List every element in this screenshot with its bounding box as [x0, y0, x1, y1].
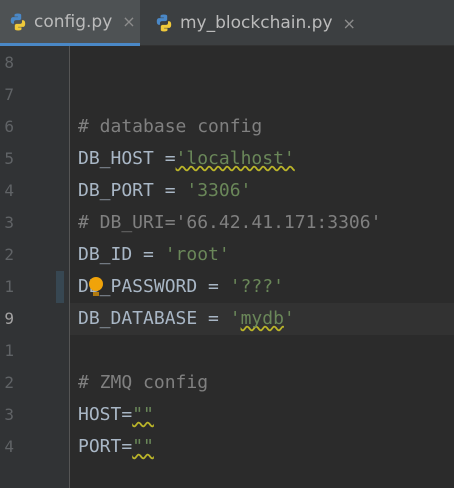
code-editor[interactable]: 8 7 6 5 4 3 2 1 9 1 2 3 4 # database config DB_HOST =…: [0, 46, 454, 488]
code-line[interactable]: DB_PASSWORD = '???': [70, 271, 454, 303]
code-token: DB_ID =: [78, 244, 165, 265]
code-line[interactable]: DB_ID = 'root': [70, 239, 454, 271]
line-number: 3: [4, 405, 14, 424]
line-number: 2: [4, 245, 14, 264]
string-literal: 'localhost': [175, 148, 295, 169]
tab-my-blockchain-py[interactable]: my_blockchain.py ×: [148, 0, 356, 46]
line-number: 1: [4, 341, 14, 360]
code-line[interactable]: PORT="": [70, 431, 454, 463]
close-icon[interactable]: ×: [343, 14, 356, 33]
line-number: 6: [4, 117, 14, 136]
tab-label: config.py: [34, 11, 113, 32]
code-comment: # ZMQ config: [78, 372, 209, 393]
code-line[interactable]: [70, 47, 454, 79]
code-line[interactable]: DB_PORT = '3306': [70, 175, 454, 207]
code-line[interactable]: [70, 463, 454, 488]
code-line[interactable]: DB_HOST ='localhost': [70, 143, 454, 175]
python-icon: [154, 13, 174, 33]
string-literal: '???': [229, 276, 284, 297]
change-marker[interactable]: [56, 271, 64, 303]
code-line[interactable]: [70, 335, 454, 367]
code-token: PORT=: [78, 436, 133, 457]
string-literal: '3306': [186, 180, 252, 201]
line-number: 9: [4, 309, 14, 328]
editor-tab-bar: config.py × my_blockchain.py ×: [0, 0, 454, 46]
code-line[interactable]: HOST="": [70, 399, 454, 431]
line-number: 7: [4, 85, 14, 104]
string-literal: ': [283, 308, 295, 329]
tab-label: my_blockchain.py: [180, 13, 333, 33]
line-number: 4: [4, 437, 14, 456]
code-comment: # DB_URI='66.42.41.171:3306': [78, 212, 382, 233]
line-number: 5: [4, 149, 14, 168]
code-line[interactable]: # database config: [70, 111, 454, 143]
line-number: 4: [4, 181, 14, 200]
line-number: 8: [4, 53, 14, 72]
close-icon[interactable]: ×: [122, 12, 135, 31]
line-number: 1: [4, 277, 14, 296]
string-literal: ': [229, 308, 241, 329]
lightbulb-icon[interactable]: [89, 277, 103, 291]
tab-config-py[interactable]: config.py ×: [0, 0, 140, 46]
string-literal: mydb: [240, 308, 284, 329]
code-line[interactable]: DB_DATABASE = 'mydb': [70, 303, 454, 335]
code-comment: # database config: [78, 116, 263, 137]
code-line[interactable]: # ZMQ config: [70, 367, 454, 399]
lightbulb-base: [93, 292, 99, 296]
code-token: DB_PORT =: [78, 180, 187, 201]
string-literal: "": [132, 404, 154, 425]
python-icon: [8, 12, 28, 32]
code-token: DB_DATABASE =: [78, 308, 230, 329]
line-number: [0, 463, 14, 488]
line-number: 2: [4, 373, 14, 392]
code-token: HOST=: [78, 404, 133, 425]
string-literal: "": [132, 436, 154, 457]
code-line[interactable]: # DB_URI='66.42.41.171:3306': [70, 207, 454, 239]
code-line[interactable]: [70, 79, 454, 111]
code-token: DB_HOST =: [78, 148, 176, 169]
string-literal: 'root': [164, 244, 230, 265]
line-number-gutter: 8 7 6 5 4 3 2 1 9 1 2 3 4: [0, 46, 70, 488]
line-number: 3: [4, 213, 14, 232]
